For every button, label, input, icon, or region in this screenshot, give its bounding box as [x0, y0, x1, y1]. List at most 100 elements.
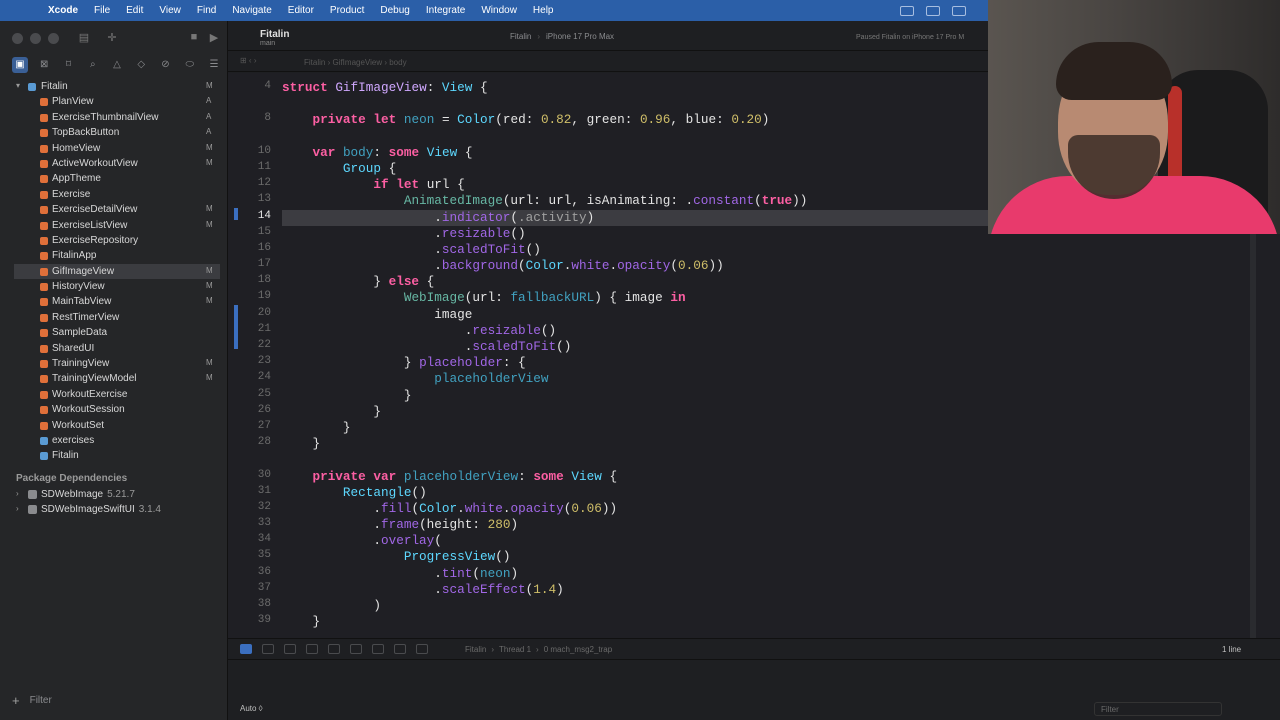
- file-item[interactable]: Exercise: [0, 187, 228, 202]
- file-item[interactable]: ActiveWorkoutView M: [0, 156, 228, 171]
- line-number[interactable]: 35: [228, 549, 272, 565]
- file-item[interactable]: WorkoutSet: [0, 418, 228, 433]
- line-number[interactable]: 26: [228, 404, 272, 420]
- line-number[interactable]: 27: [228, 420, 272, 436]
- issue-tab-icon[interactable]: △: [109, 57, 125, 73]
- line-number[interactable]: 10: [228, 145, 272, 161]
- line-number[interactable]: 22: [228, 339, 272, 355]
- line-number[interactable]: 32: [228, 501, 272, 517]
- file-item[interactable]: TopBackButton A: [0, 125, 228, 140]
- console-filter-input[interactable]: Filter: [1094, 702, 1222, 716]
- file-item[interactable]: ExerciseListView M: [0, 218, 228, 233]
- menu-debug[interactable]: Debug: [372, 5, 417, 16]
- status-icon[interactable]: [900, 5, 914, 16]
- breadcrumb-item[interactable]: Fitalin: [304, 58, 325, 67]
- line-number[interactable]: 25: [228, 388, 272, 404]
- line-number[interactable]: 39: [228, 614, 272, 630]
- debug-crumb[interactable]: Thread 1: [499, 645, 531, 654]
- close-window-button[interactable]: [12, 33, 23, 44]
- chevron-right-icon[interactable]: ›: [16, 504, 19, 513]
- test-tab-icon[interactable]: ◇: [133, 57, 149, 73]
- line-number[interactable]: 20: [228, 307, 272, 323]
- file-item[interactable]: WorkoutExercise: [0, 387, 228, 402]
- line-number[interactable]: 23: [228, 355, 272, 371]
- file-item[interactable]: TrainingView M: [0, 356, 228, 371]
- package-item[interactable]: › SDWebImage 5.21.7: [0, 487, 228, 502]
- stop-icon[interactable]: ■: [186, 31, 202, 45]
- menu-integrate[interactable]: Integrate: [418, 5, 473, 16]
- nav-arrows-icon[interactable]: ⊞ ‹ ›: [240, 56, 256, 65]
- line-number[interactable]: 24: [228, 371, 272, 387]
- line-number[interactable]: 14: [228, 210, 272, 226]
- line-number[interactable]: [228, 452, 272, 468]
- chevron-right-icon[interactable]: ›: [16, 489, 19, 498]
- bookmark-tab-icon[interactable]: ⌑: [61, 57, 77, 73]
- line-number[interactable]: 12: [228, 177, 272, 193]
- step-over-icon[interactable]: [284, 644, 296, 654]
- menu-view[interactable]: View: [151, 5, 189, 16]
- menu-help[interactable]: Help: [525, 5, 562, 16]
- line-number[interactable]: [228, 129, 272, 145]
- memory-graph-icon[interactable]: [372, 644, 384, 654]
- file-item-selected[interactable]: GifImageView M: [14, 263, 220, 280]
- menu-find[interactable]: Find: [189, 5, 224, 16]
- view-debugger-icon[interactable]: [350, 644, 362, 654]
- menu-edit[interactable]: Edit: [118, 5, 151, 16]
- file-item[interactable]: ExerciseRepository: [0, 233, 228, 248]
- file-item[interactable]: FitalinApp: [0, 248, 228, 263]
- line-number[interactable]: 4: [228, 80, 272, 96]
- file-item[interactable]: WorkoutSession: [0, 402, 228, 417]
- debug-tab-icon[interactable]: ⊘: [158, 57, 174, 73]
- file-item[interactable]: SampleData: [0, 325, 228, 340]
- source-control-tab-icon[interactable]: ⊠: [36, 57, 52, 73]
- simulate-location-icon[interactable]: [416, 644, 428, 654]
- file-item[interactable]: MainTabView M: [0, 294, 228, 309]
- minimize-window-button[interactable]: [30, 33, 41, 44]
- console-mode-selector[interactable]: Auto ◊: [240, 704, 263, 713]
- debug-crumb[interactable]: Fitalin: [465, 645, 486, 654]
- menu-editor[interactable]: Editor: [280, 5, 322, 16]
- destination-name[interactable]: iPhone 17 Pro Max: [546, 32, 614, 41]
- project-navigator-tab-icon[interactable]: ▣: [12, 57, 28, 73]
- package-item[interactable]: › SDWebImageSwiftUI 3.1.4: [0, 502, 228, 517]
- line-number[interactable]: 33: [228, 517, 272, 533]
- file-item[interactable]: HomeView M: [0, 141, 228, 156]
- file-item[interactable]: ExerciseDetailView M: [0, 202, 228, 217]
- file-item[interactable]: ExerciseThumbnailView A: [0, 110, 228, 125]
- report-tab-icon[interactable]: ☰: [206, 57, 222, 73]
- line-number[interactable]: 30: [228, 469, 272, 485]
- line-number[interactable]: 31: [228, 485, 272, 501]
- line-number[interactable]: [228, 96, 272, 112]
- line-number[interactable]: 37: [228, 582, 272, 598]
- breakpoints-toggle-icon[interactable]: [240, 644, 252, 654]
- file-item[interactable]: Fitalin: [0, 448, 228, 463]
- breadcrumb-item[interactable]: body: [389, 58, 406, 67]
- file-item[interactable]: PlanView A: [0, 94, 228, 109]
- find-tab-icon[interactable]: ⌕: [85, 57, 101, 73]
- line-number[interactable]: 8: [228, 112, 272, 128]
- chevron-down-icon[interactable]: ▾: [16, 81, 20, 90]
- breakpoint-tab-icon[interactable]: ⬭: [182, 57, 198, 73]
- step-out-icon[interactable]: [328, 644, 340, 654]
- add-icon[interactable]: ✛: [104, 31, 120, 45]
- status-icon[interactable]: [952, 5, 966, 16]
- file-item[interactable]: RestTimerView: [0, 310, 228, 325]
- menu-file[interactable]: File: [86, 5, 118, 16]
- line-number[interactable]: 19: [228, 290, 272, 306]
- debug-crumb[interactable]: 0 mach_msg2_trap: [544, 645, 612, 654]
- line-number[interactable]: 34: [228, 533, 272, 549]
- file-item[interactable]: HistoryView M: [0, 279, 228, 294]
- file-item[interactable]: exercises: [0, 433, 228, 448]
- step-into-icon[interactable]: [306, 644, 318, 654]
- status-icon[interactable]: [926, 5, 940, 16]
- line-number[interactable]: 38: [228, 598, 272, 614]
- file-item[interactable]: AppTheme: [0, 171, 228, 186]
- environment-overrides-icon[interactable]: [394, 644, 406, 654]
- line-number[interactable]: 13: [228, 193, 272, 209]
- run-icon[interactable]: ▶: [206, 31, 222, 45]
- line-number[interactable]: 15: [228, 226, 272, 242]
- menu-window[interactable]: Window: [473, 5, 525, 16]
- file-item[interactable]: TrainingViewModel M: [0, 371, 228, 386]
- add-file-icon[interactable]: +: [12, 693, 20, 708]
- filter-input[interactable]: Filter: [30, 695, 52, 706]
